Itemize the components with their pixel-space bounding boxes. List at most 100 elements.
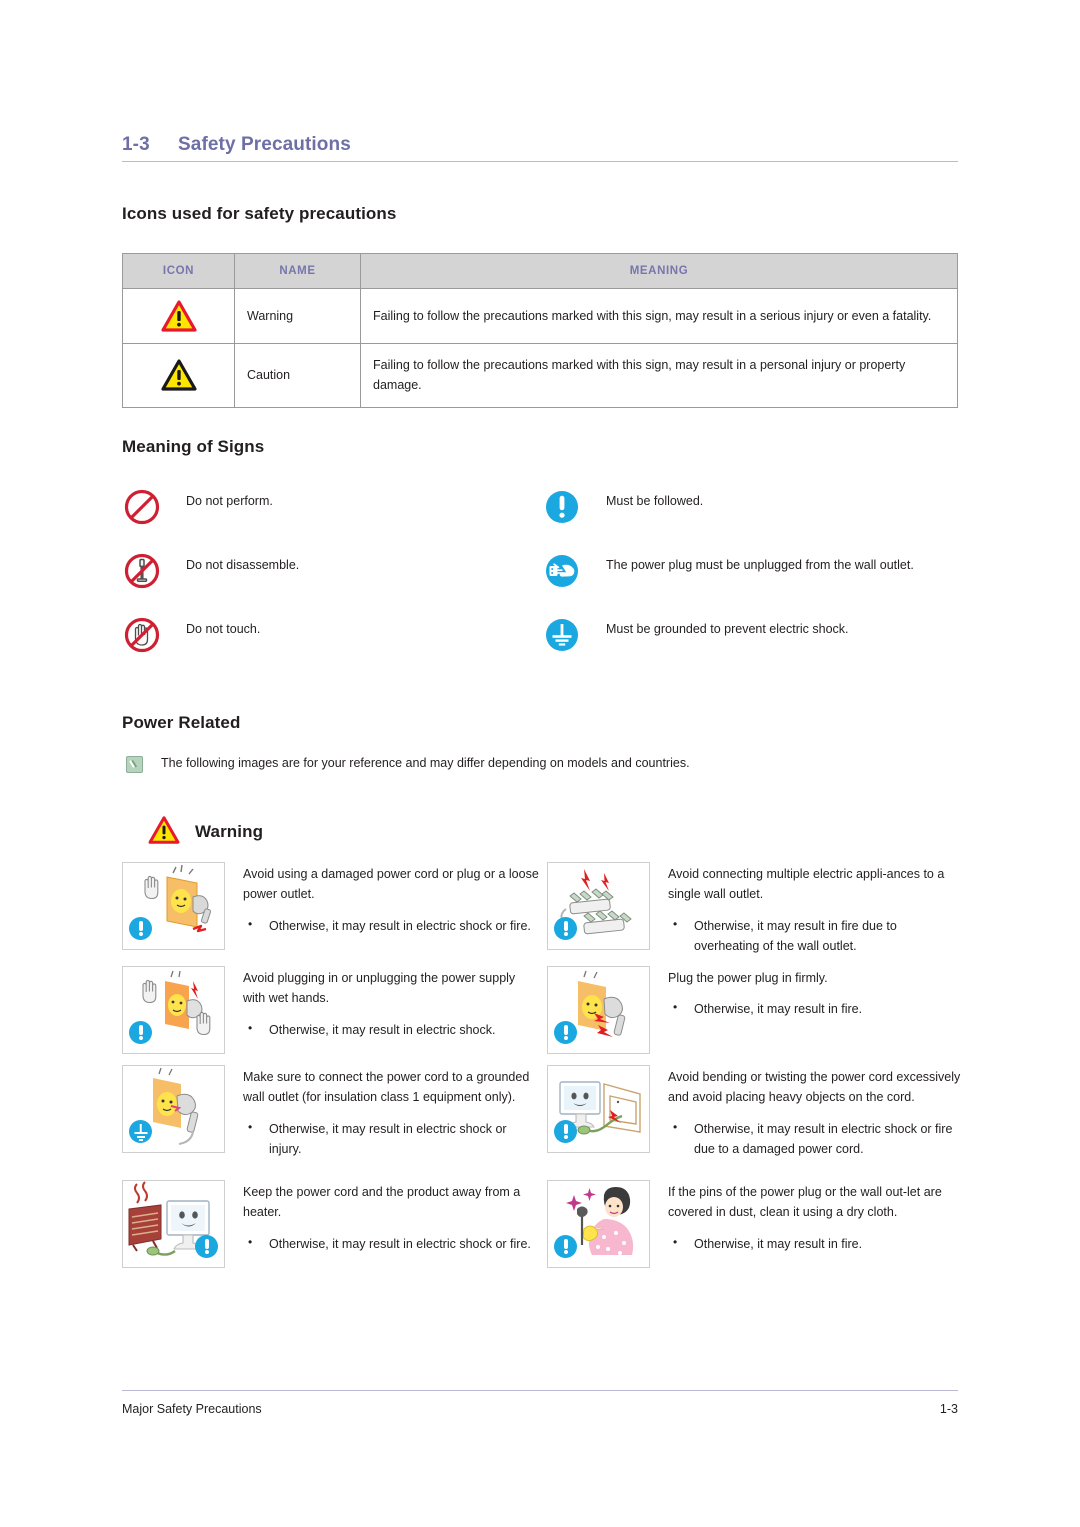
note-pen-icon: [126, 756, 143, 773]
section-number: 1-3: [122, 134, 150, 155]
warning-item-bullet: Otherwise, it may result in electric sho…: [243, 1018, 539, 1040]
signs-row: Do not touch. Must be grounded to preven…: [122, 613, 962, 677]
multiple-appliances-outlet-figure: [547, 862, 650, 950]
sign-label: Do not touch.: [186, 622, 261, 636]
warning-item-bullet: Otherwise, it may result in electric sho…: [243, 1118, 539, 1160]
prohibition-circle-icon: [122, 485, 186, 527]
heater-near-monitor-figure: [122, 1180, 225, 1268]
warning-item-bullets: Otherwise, it may result in fire.: [668, 1232, 964, 1254]
table-row: Caution Failing to follow the precaution…: [122, 343, 958, 408]
cell-meaning-caution: Failing to follow the precautions marked…: [360, 343, 958, 408]
warning-item-bullet: Otherwise, it may result in fire.: [668, 998, 964, 1019]
items-row: Make sure to connect the power cord to a…: [122, 1065, 972, 1180]
warning-item-heading: Avoid bending or twisting the power cord…: [668, 1070, 961, 1105]
warning-item-bullet: Otherwise, it may result in electric sho…: [243, 1232, 539, 1254]
wet-hands-plug-figure: [122, 966, 225, 1054]
warning-item-bullet: Otherwise, it may result in electric sho…: [668, 1118, 964, 1160]
warning-item-body: If the pins of the power plug or the wal…: [650, 1180, 964, 1284]
signs-grid: Do not perform. Must be followed. Do not…: [122, 485, 962, 677]
mandatory-exclamation-badge: [554, 917, 577, 940]
warning-item-bullets: Otherwise, it may result in electric sho…: [243, 1018, 539, 1040]
column-header-name: NAME: [234, 253, 361, 289]
document-page: 1-3 Safety Precautions Icons used for saf…: [0, 0, 1080, 1527]
sign-do-not-touch: Do not touch.: [122, 613, 542, 655]
column-header-icon: ICON: [122, 253, 235, 289]
warning-triangle-red-icon: [148, 816, 184, 848]
warning-item-body: Keep the power cord and the product away…: [225, 1180, 539, 1284]
warning-item-body: Avoid bending or twisting the power cord…: [650, 1065, 964, 1180]
mandatory-exclamation-badge: [554, 1120, 577, 1143]
note-text: The following images are for your refere…: [161, 756, 690, 770]
warning-item: Avoid bending or twisting the power cord…: [547, 1065, 972, 1180]
warning-item: Make sure to connect the power cord to a…: [122, 1065, 547, 1180]
warning-item-body: Plug the power plug in firmly. Otherwise…: [650, 966, 964, 1065]
signs-row: Do not perform. Must be followed.: [122, 485, 962, 549]
sign-unplug-power: The power plug must be unplugged from th…: [542, 549, 962, 591]
no-disassemble-icon: [122, 549, 186, 591]
warning-item: Plug the power plug in firmly. Otherwise…: [547, 966, 972, 1065]
sign-do-not-perform: Do not perform.: [122, 485, 542, 527]
sign-do-not-disassemble: Do not disassemble.: [122, 549, 542, 591]
warning-item-bullet: Otherwise, it may result in fire due to …: [668, 915, 964, 957]
footer-chapter-name: Major Safety Precautions: [122, 1402, 262, 1416]
cell-name-warning: Warning: [234, 288, 361, 344]
heading-meaning-of-signs: Meaning of Signs: [122, 437, 265, 456]
warning-item-bullet: Otherwise, it may result in electric sho…: [243, 914, 539, 936]
warning-item-bullets: Otherwise, it may result in fire.: [668, 998, 964, 1019]
warning-item-bullets: Otherwise, it may result in electric sho…: [243, 1118, 539, 1160]
warning-items-grid: Avoid using a damaged power cord or plug…: [122, 862, 972, 1284]
title-divider: [122, 161, 958, 162]
sign-label: Must be followed.: [606, 494, 704, 508]
page-footer: Major Safety Precautions 1-3: [122, 1390, 958, 1416]
warning-item-bullets: Otherwise, it may result in fire due to …: [668, 915, 964, 957]
warning-banner: Warning: [148, 816, 263, 848]
items-row: Keep the power cord and the product away…: [122, 1180, 972, 1284]
mandatory-exclamation-badge: [554, 1235, 577, 1258]
warning-item-body: Avoid using a damaged power cord or plug…: [225, 862, 539, 966]
warning-item-body: Avoid plugging in or unplugging the powe…: [225, 966, 539, 1065]
mandatory-exclamation-badge: [195, 1235, 218, 1258]
plug-firmly-figure: [547, 966, 650, 1054]
warning-item-heading: If the pins of the power plug or the wal…: [668, 1185, 942, 1220]
damaged-cord-outlet-figure: [122, 862, 225, 950]
warning-item: Avoid using a damaged power cord or plug…: [122, 862, 547, 966]
bent-cord-monitor-figure: [547, 1065, 650, 1153]
warning-banner-label: Warning: [195, 822, 264, 841]
icons-legend-table: ICON NAME MEANING Warning Failing to fol…: [122, 253, 958, 408]
sign-label: Do not disassemble.: [186, 558, 300, 572]
items-row: Avoid using a damaged power cord or plug…: [122, 862, 972, 966]
warning-item-body: Make sure to connect the power cord to a…: [225, 1065, 539, 1180]
footer-page-number: 1-3: [939, 1402, 958, 1416]
warning-item: Avoid connecting multiple electric appli…: [547, 862, 972, 966]
sign-label: Do not perform.: [186, 494, 273, 508]
cell-icon-caution: [122, 343, 235, 408]
signs-row: Do not disassemble. The power plug must …: [122, 549, 962, 613]
items-row: Avoid plugging in or unplugging the powe…: [122, 966, 972, 1065]
grounded-outlet-figure: [122, 1065, 225, 1153]
warning-item: Avoid plugging in or unplugging the powe…: [122, 966, 547, 1065]
section-title-text: Safety Precautions: [178, 134, 351, 155]
warning-item-heading: Avoid connecting multiple electric appli…: [668, 867, 945, 902]
reference-note: The following images are for your refere…: [126, 754, 690, 773]
mandatory-exclamation-icon: [542, 485, 606, 527]
warning-item-body: Avoid connecting multiple electric appli…: [650, 862, 964, 966]
warning-item-bullets: Otherwise, it may result in electric sho…: [243, 1232, 539, 1254]
mandatory-exclamation-badge: [554, 1021, 577, 1044]
warning-item: Keep the power cord and the product away…: [122, 1180, 547, 1284]
unplug-power-icon: [542, 549, 606, 591]
warning-item-bullet: Otherwise, it may result in fire.: [668, 1232, 964, 1254]
warning-item-heading: Avoid plugging in or unplugging the powe…: [243, 971, 516, 1006]
warning-item-bullets: Otherwise, it may result in electric sho…: [668, 1118, 964, 1160]
dusty-plug-cleaning-figure: [547, 1180, 650, 1268]
ground-earth-badge: [129, 1120, 152, 1143]
heading-power-related: Power Related: [122, 713, 241, 732]
mandatory-exclamation-badge: [129, 917, 152, 940]
footer-row: Major Safety Precautions 1-3: [122, 1402, 958, 1416]
no-touch-hand-icon: [122, 613, 186, 655]
warning-item: If the pins of the power plug or the wal…: [547, 1180, 972, 1284]
warning-item-heading: Avoid using a damaged power cord or plug…: [243, 867, 539, 902]
cell-icon-warning: [122, 288, 235, 344]
cell-meaning-warning: Failing to follow the precautions marked…: [360, 288, 958, 344]
caution-triangle-black-icon: [160, 359, 197, 391]
warning-item-heading: Plug the power plug in firmly.: [668, 971, 828, 985]
